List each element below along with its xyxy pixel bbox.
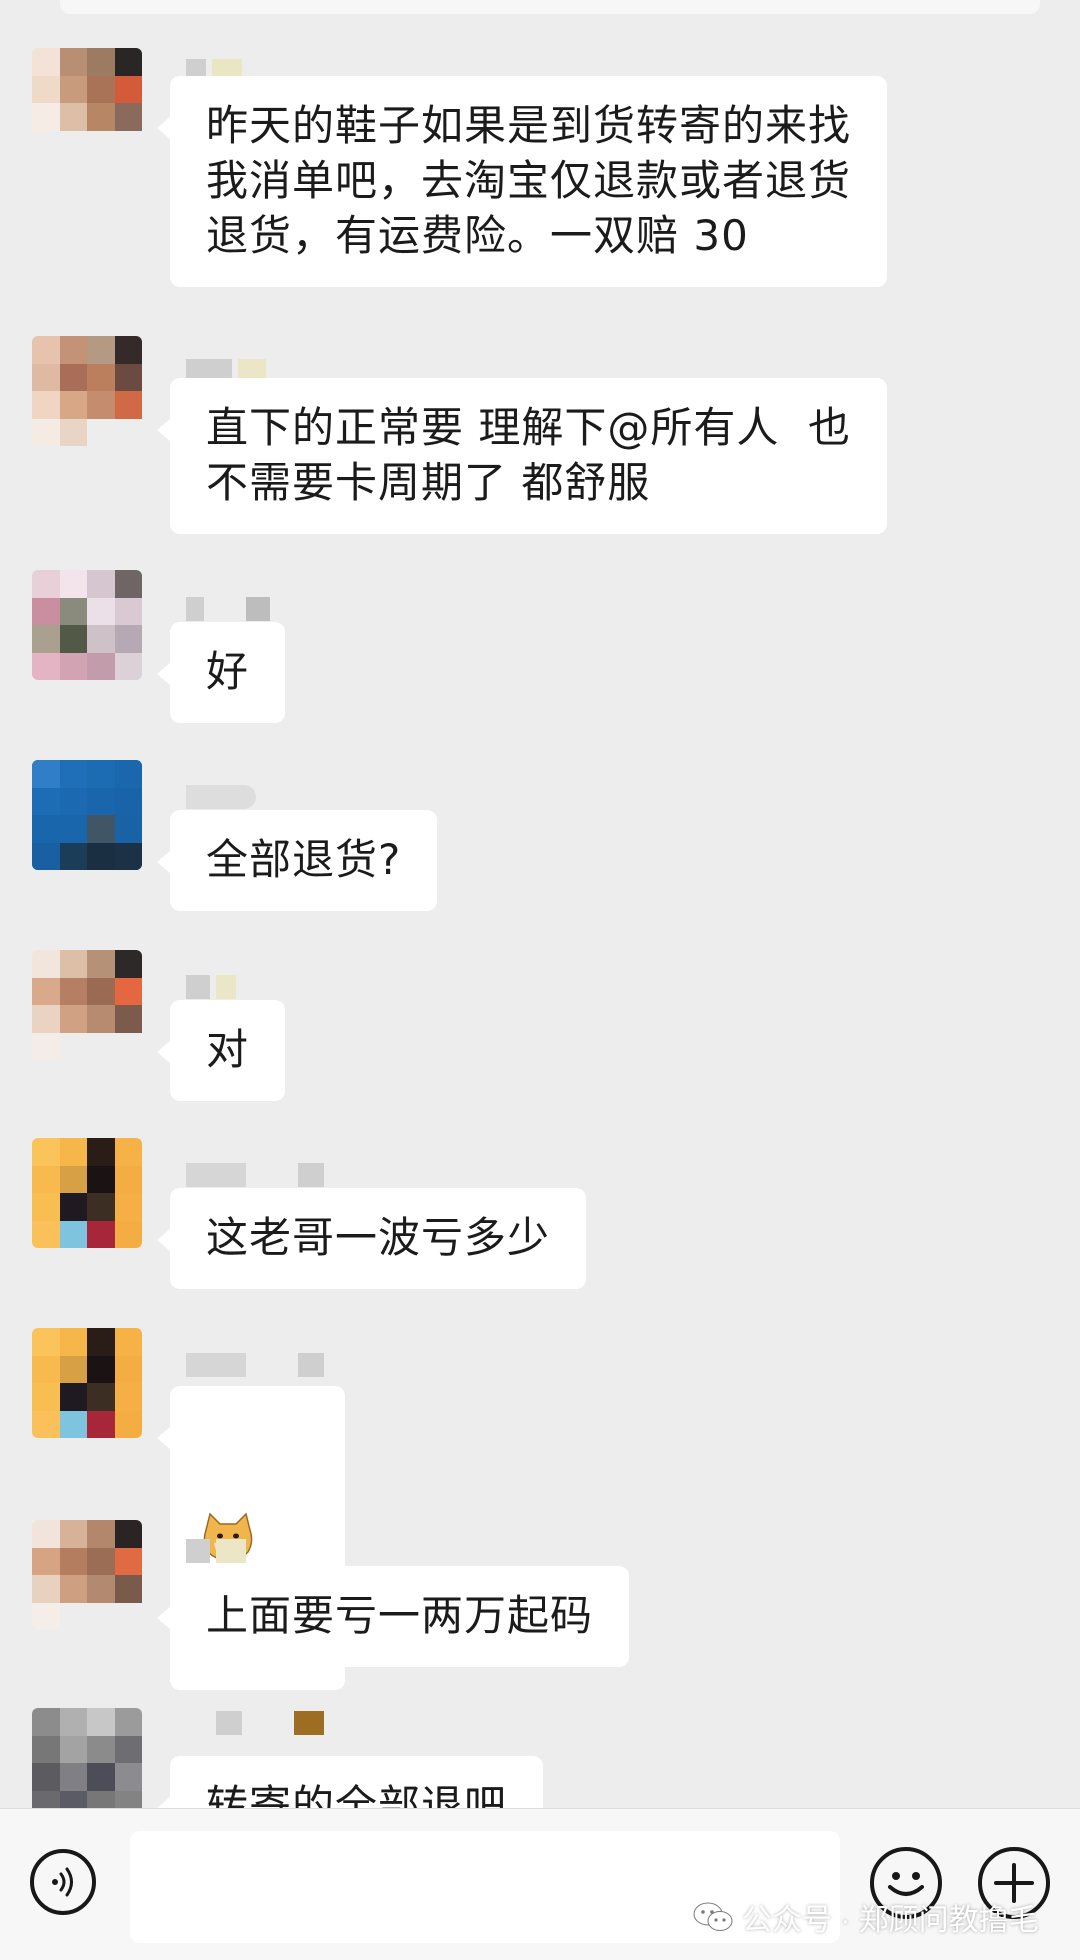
message-bubble[interactable]: 上面要亏一两万起码: [156, 1566, 630, 1667]
message-bubble[interactable]: 全部退货?: [156, 810, 438, 911]
avatar[interactable]: [32, 1708, 142, 1808]
avatar[interactable]: [32, 1138, 142, 1248]
sender-name-redacted: [186, 784, 256, 810]
avatar[interactable]: [32, 1328, 142, 1438]
voice-icon[interactable]: [30, 1849, 96, 1915]
message-list[interactable]: 昨天的鞋子如果是到货转寄的来找 我消单吧，去淘宝仅退款或者退货 退货，有运费险。…: [0, 0, 1080, 1808]
sender-name-redacted: [186, 1162, 360, 1188]
message-bubble[interactable]: 直下的正常要 理解下@所有人 也 不需要卡周期了 都舒服: [156, 378, 888, 534]
sender-name-redacted: [186, 1538, 246, 1564]
watermark-text: 公众号 · 郑顾问教撸毛: [742, 1904, 1039, 1937]
sender-name-redacted: [186, 1710, 324, 1736]
watermark: 公众号 · 郑顾问教撸毛: [692, 1895, 1039, 1939]
message-bubble[interactable]: 这老哥一波亏多少: [156, 1188, 587, 1289]
message-bubble[interactable]: 转寄的全部退吧: [156, 1756, 544, 1808]
avatar[interactable]: [32, 570, 142, 680]
avatar[interactable]: [32, 760, 142, 870]
message-bubble[interactable]: 好: [156, 622, 286, 723]
chat-screen: 昨天的鞋子如果是到货转寄的来找 我消单吧，去淘宝仅退款或者退货 退货，有运费险。…: [0, 0, 1080, 1960]
wechat-icon: [693, 1902, 733, 1931]
sender-name-redacted: [186, 1352, 360, 1378]
avatar[interactable]: [32, 1520, 142, 1630]
sender-name-redacted: [186, 596, 270, 622]
sender-name-redacted: [186, 974, 236, 1000]
message-bubble[interactable]: 昨天的鞋子如果是到货转寄的来找 我消单吧，去淘宝仅退款或者退货 退货，有运费险。…: [156, 76, 888, 287]
avatar[interactable]: [32, 336, 142, 446]
avatar[interactable]: [32, 48, 142, 158]
message-bubble[interactable]: 对: [156, 1000, 286, 1101]
avatar[interactable]: [32, 950, 142, 1060]
